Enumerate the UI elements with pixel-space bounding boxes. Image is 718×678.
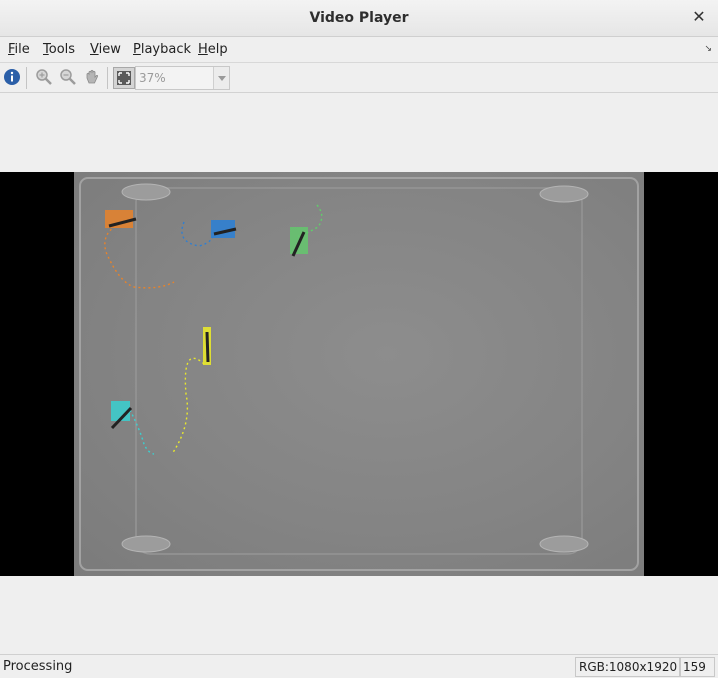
zoom-in-button[interactable] bbox=[35, 68, 55, 88]
undock-icon[interactable]: ↘ bbox=[704, 44, 712, 54]
zoom-in-icon bbox=[36, 69, 52, 85]
close-icon: ✕ bbox=[692, 7, 706, 26]
zoom-out-icon bbox=[60, 69, 76, 85]
pan-button[interactable] bbox=[83, 68, 103, 88]
status-frame-number: 159 bbox=[679, 657, 715, 677]
pan-hand-icon bbox=[86, 69, 99, 84]
toolbar-separator bbox=[107, 67, 108, 89]
toolbar-separator bbox=[26, 67, 27, 89]
track-blue bbox=[181, 220, 237, 247]
window-title: Video Player bbox=[309, 10, 409, 26]
track-orange bbox=[104, 210, 175, 289]
video-frame-canvas bbox=[79, 177, 639, 571]
zoom-out-button[interactable] bbox=[59, 68, 79, 88]
zoom-level-value: 37% bbox=[139, 71, 166, 85]
title-bar: Video Player ✕ bbox=[0, 0, 718, 37]
video-frame bbox=[74, 172, 644, 576]
menu-playback[interactable]: Playback bbox=[133, 42, 191, 57]
menu-file[interactable]: File bbox=[8, 42, 30, 57]
status-text: Processing bbox=[3, 659, 73, 674]
status-bar: Processing RGB:1080x1920 159 bbox=[0, 654, 718, 678]
zoom-level-select[interactable]: 37% bbox=[135, 66, 230, 90]
fit-to-window-button[interactable] bbox=[113, 67, 135, 89]
track-yellow bbox=[171, 327, 211, 455]
info-icon bbox=[4, 69, 20, 85]
close-button[interactable]: ✕ bbox=[688, 6, 710, 28]
track-green bbox=[290, 204, 323, 257]
toolbar: 37% bbox=[0, 63, 718, 93]
menu-help[interactable]: Help bbox=[198, 42, 228, 57]
status-format: RGB:1080x1920 bbox=[575, 657, 682, 677]
track-cyan bbox=[110, 401, 155, 455]
chevron-down-icon[interactable] bbox=[213, 67, 229, 89]
video-display bbox=[0, 172, 718, 576]
menu-tools[interactable]: Tools bbox=[43, 42, 75, 57]
info-button[interactable] bbox=[3, 68, 23, 88]
menu-bar: File Tools View Playback Help bbox=[0, 38, 718, 63]
fit-to-window-icon bbox=[117, 71, 131, 85]
menu-view[interactable]: View bbox=[90, 42, 121, 57]
